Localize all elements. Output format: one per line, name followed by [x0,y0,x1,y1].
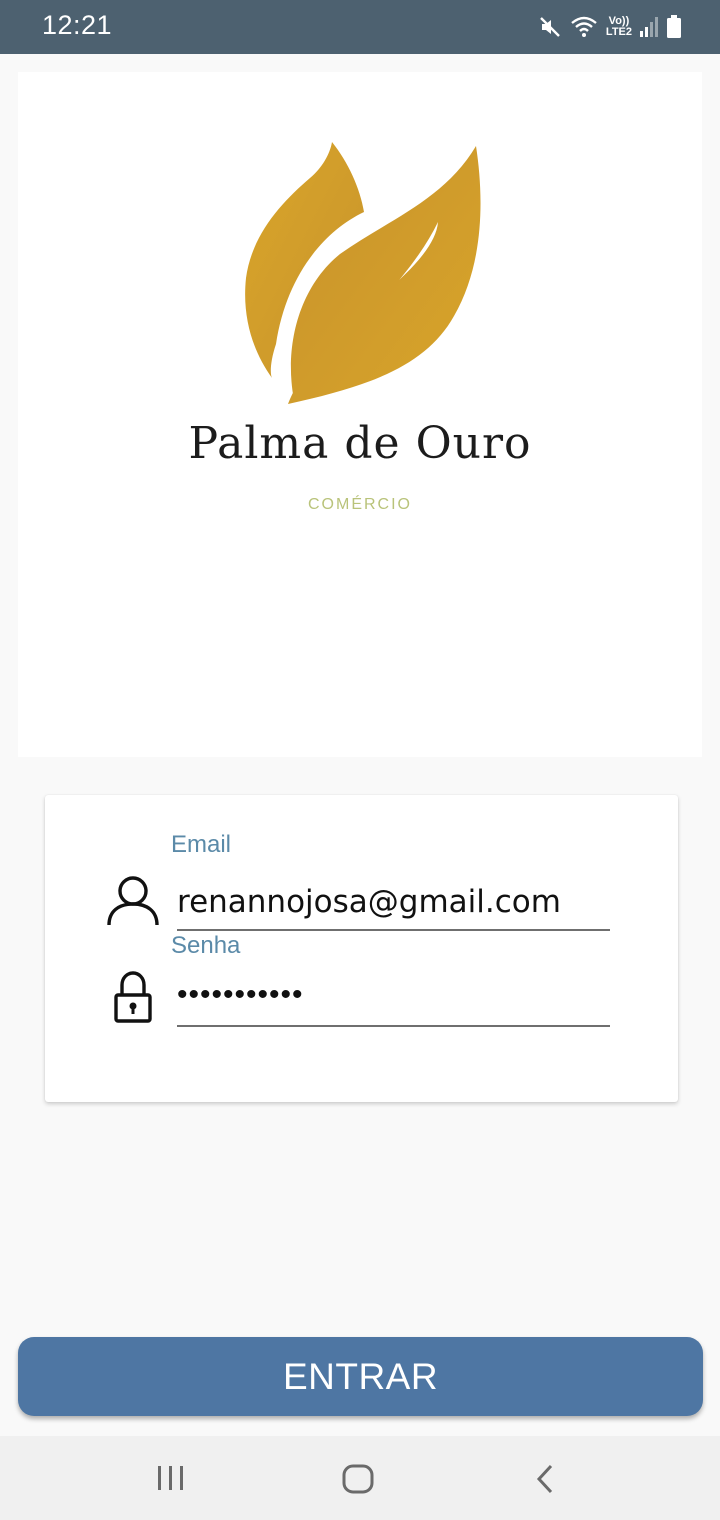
volte-icon: Vo)) LTE2 [606,16,632,38]
signal-icon [640,17,658,37]
mute-icon [540,17,560,37]
home-icon[interactable] [342,1464,374,1494]
lock-icon [114,971,152,1023]
palm-leaf-logo-icon [245,142,481,404]
back-icon[interactable] [534,1464,556,1494]
wifi-icon [571,16,597,37]
password-field[interactable]: ••••••••••• [177,975,610,1027]
email-label: Email [171,831,232,858]
volte-bottom-label: LTE2 [605,26,632,38]
login-form-card: Email Senha ••••••••••• [45,795,678,1102]
navigation-bar [0,1436,720,1520]
battery-icon [667,15,681,38]
password-label: Senha [171,932,241,959]
recent-apps-icon[interactable] [156,1464,186,1492]
status-icons: Vo)) LTE2 [538,10,682,44]
email-field[interactable] [177,879,610,931]
status-time: 12:21 [42,10,113,40]
entrar-button[interactable]: ENTRAR [18,1337,703,1416]
user-icon [107,876,159,926]
brand-name: Palma de Ouro [188,418,532,469]
brand-tagline: COMÉRCIO [308,496,412,513]
status-bar: 12:21 Vo)) LTE2 [0,0,720,54]
logo-card: Palma de Ouro COMÉRCIO [18,72,702,757]
